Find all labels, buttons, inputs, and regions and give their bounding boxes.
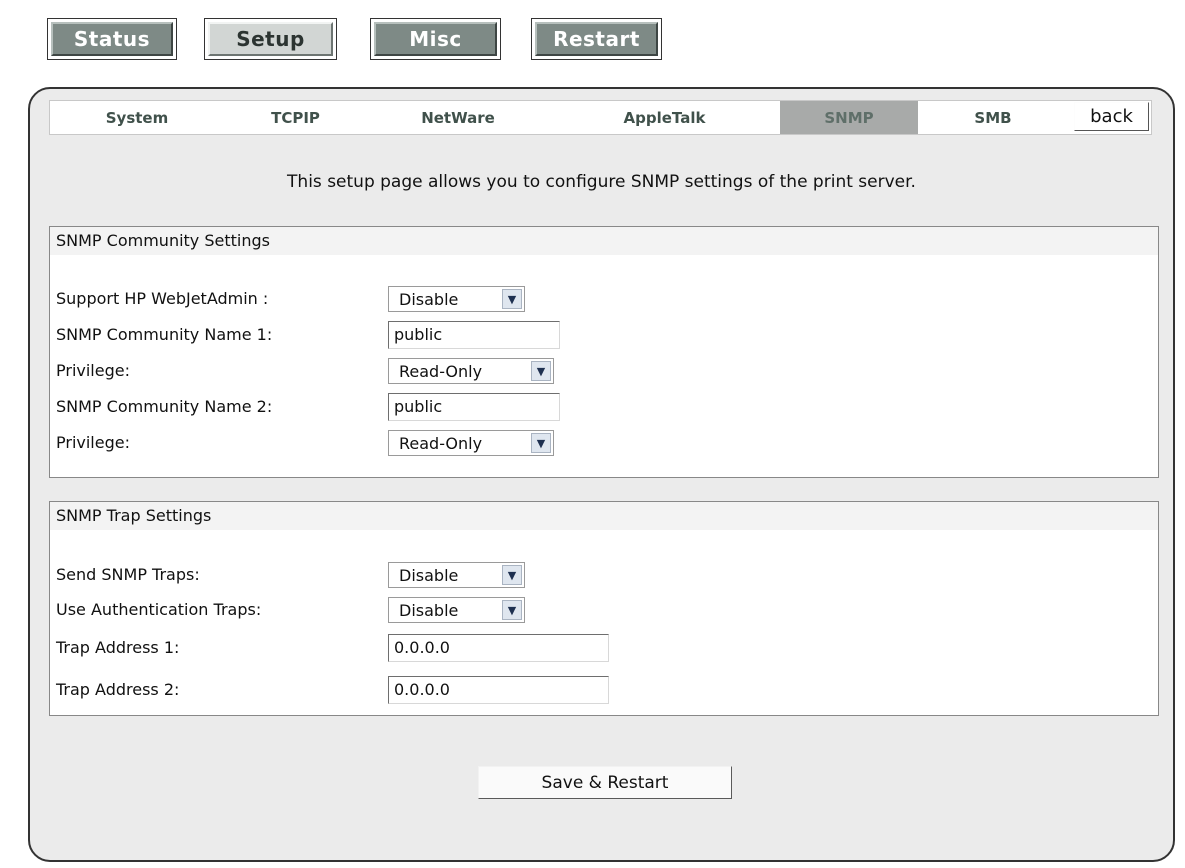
section-header: SNMP Trap Settings (50, 502, 1158, 530)
trap-address-2-row: Trap Address 2: 0.0.0.0 (56, 675, 1146, 705)
webjetadmin-row: Support HP WebJetAdmin : Disable ▼ (56, 284, 1146, 314)
save-restart-button[interactable]: Save & Restart (478, 766, 732, 799)
setup-button[interactable]: Setup (204, 18, 337, 60)
misc-button-label: Misc (374, 22, 497, 56)
privilege-1-label: Privilege: (56, 361, 130, 380)
auth-traps-value: Disable (399, 600, 459, 620)
auth-traps-select[interactable]: Disable ▼ (388, 597, 525, 623)
tab-snmp[interactable]: SNMP (780, 101, 918, 134)
trap-settings-section: SNMP Trap Settings Send SNMP Traps: Disa… (49, 501, 1159, 716)
community-name-2-row: SNMP Community Name 2: public (56, 392, 1146, 422)
privilege-2-label: Privilege: (56, 433, 130, 452)
chevron-down-icon[interactable]: ▼ (502, 565, 522, 585)
send-traps-label: Send SNMP Traps: (56, 565, 200, 584)
privilege-1-select[interactable]: Read-Only ▼ (388, 358, 554, 384)
restart-button[interactable]: Restart (531, 18, 662, 60)
back-button[interactable]: back (1074, 102, 1149, 131)
send-traps-row: Send SNMP Traps: Disable ▼ (56, 560, 1146, 590)
community-settings-section: SNMP Community Settings Support HP WebJe… (49, 226, 1159, 478)
auth-traps-row: Use Authentication Traps: Disable ▼ (56, 595, 1146, 625)
setup-button-label: Setup (208, 22, 333, 56)
tab-smb[interactable]: SMB (918, 101, 1068, 134)
webjetadmin-select[interactable]: Disable ▼ (388, 286, 525, 312)
chevron-down-icon[interactable]: ▼ (531, 433, 551, 453)
tab-system[interactable]: System (50, 101, 224, 134)
chevron-down-icon[interactable]: ▼ (502, 289, 522, 309)
send-traps-select[interactable]: Disable ▼ (388, 562, 525, 588)
restart-button-label: Restart (535, 22, 658, 56)
community-name-2-label: SNMP Community Name 2: (56, 397, 273, 416)
tab-bar: System TCPIP NetWare AppleTalk SNMP SMB … (49, 100, 1152, 135)
trap-address-2-label: Trap Address 2: (56, 680, 180, 699)
tab-netware[interactable]: NetWare (367, 101, 549, 134)
community-name-2-input[interactable]: public (388, 393, 560, 421)
trap-address-1-row: Trap Address 1: 0.0.0.0 (56, 633, 1146, 663)
community-name-1-input[interactable]: public (388, 321, 560, 349)
privilege-2-value: Read-Only (399, 433, 483, 453)
webjetadmin-value: Disable (399, 289, 459, 309)
trap-address-2-input[interactable]: 0.0.0.0 (388, 676, 609, 704)
chevron-down-icon[interactable]: ▼ (531, 361, 551, 381)
chevron-down-icon[interactable]: ▼ (502, 600, 522, 620)
trap-address-1-input[interactable]: 0.0.0.0 (388, 634, 609, 662)
tab-appletalk[interactable]: AppleTalk (549, 101, 780, 134)
status-button-label: Status (51, 22, 173, 56)
community-name-1-label: SNMP Community Name 1: (56, 325, 273, 344)
misc-button[interactable]: Misc (370, 18, 501, 60)
section-header: SNMP Community Settings (50, 227, 1158, 255)
intro-text: This setup page allows you to configure … (287, 172, 916, 192)
trap-address-1-label: Trap Address 1: (56, 638, 180, 657)
tab-tcpip[interactable]: TCPIP (224, 101, 367, 134)
community-name-1-row: SNMP Community Name 1: public (56, 320, 1146, 350)
privilege-2-row: Privilege: Read-Only ▼ (56, 428, 1146, 458)
webjetadmin-label: Support HP WebJetAdmin : (56, 289, 269, 308)
setup-panel: System TCPIP NetWare AppleTalk SNMP SMB … (28, 87, 1175, 862)
status-button[interactable]: Status (47, 18, 177, 60)
privilege-1-value: Read-Only (399, 361, 483, 381)
privilege-2-select[interactable]: Read-Only ▼ (388, 430, 554, 456)
privilege-1-row: Privilege: Read-Only ▼ (56, 356, 1146, 386)
send-traps-value: Disable (399, 565, 459, 585)
auth-traps-label: Use Authentication Traps: (56, 600, 262, 619)
